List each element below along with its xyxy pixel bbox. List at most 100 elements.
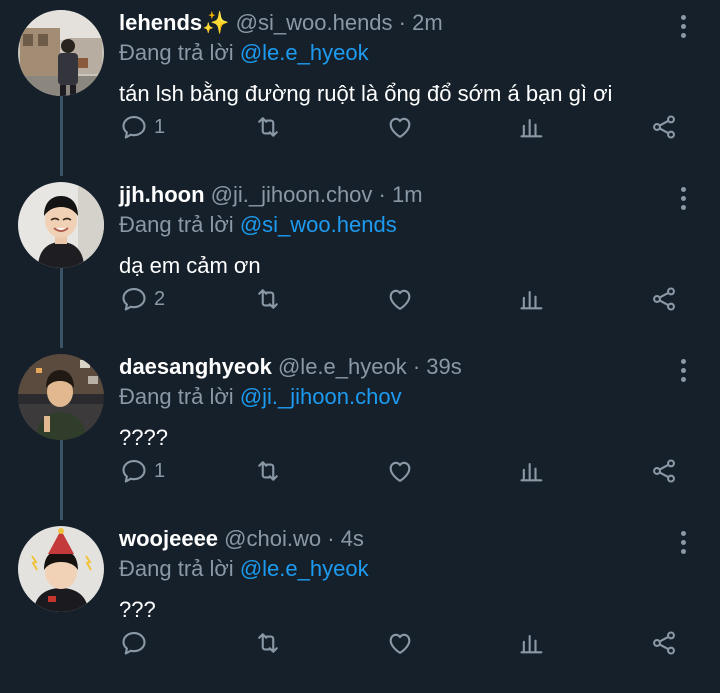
street-photo-avatar-icon <box>18 10 104 96</box>
separator-dot: · <box>412 354 421 379</box>
reply-icon <box>122 288 146 311</box>
share-button[interactable] <box>650 629 678 657</box>
retweet-button[interactable] <box>254 629 282 657</box>
avatar[interactable] <box>18 10 104 96</box>
more-options-icon <box>681 531 686 536</box>
mention-link[interactable]: @le.e_hyeok <box>240 556 369 581</box>
retweet-button[interactable] <box>254 457 282 485</box>
more-options-button[interactable] <box>674 185 694 213</box>
tweet-actions: 1 <box>0 451 720 491</box>
reply-count: 1 <box>154 115 166 138</box>
like-button[interactable] <box>386 285 414 313</box>
avatar[interactable] <box>18 526 104 612</box>
tweet-item[interactable]: daesanghyeok @le.e_hyeok · 39s Đang trả … <box>0 349 720 521</box>
replying-to: Đang trả lời @le.e_hyeok <box>119 39 369 67</box>
heart-icon <box>389 117 411 138</box>
share-icon <box>653 459 675 483</box>
share-button[interactable] <box>650 457 678 485</box>
mention-link[interactable]: @le.e_hyeok <box>240 40 369 65</box>
city-night-avatar-icon <box>18 354 104 440</box>
share-button[interactable] <box>650 113 678 141</box>
stats-button[interactable] <box>518 285 546 313</box>
separator-dot: · <box>378 182 386 207</box>
reply-button[interactable]: 1 <box>120 113 165 141</box>
reply-count: 1 <box>154 459 166 482</box>
tweet-item[interactable]: woojeeee @choi.wo · 4s Đang trả lời @le.… <box>0 521 720 693</box>
like-button[interactable] <box>386 629 414 657</box>
more-options-dot <box>681 549 686 554</box>
retweet-button[interactable] <box>254 113 282 141</box>
user-handle[interactable]: @choi.wo <box>224 526 321 551</box>
tweet-text: ??? <box>119 597 156 622</box>
retweet-icon <box>258 117 278 137</box>
replying-to: Đang trả lời @si_woo.hends <box>119 211 397 239</box>
share-button[interactable] <box>650 285 678 313</box>
tweet-actions <box>0 623 720 663</box>
stats-icon <box>520 462 543 482</box>
replying-to-label: Đang trả lời <box>119 556 234 581</box>
tweet-item[interactable]: jjh.hoon @ji._jihoon.chov · 1m Đang trả … <box>0 177 720 349</box>
timestamp[interactable]: 4s <box>341 526 364 551</box>
more-options-dot <box>681 196 686 201</box>
timestamp[interactable]: 39s <box>426 354 461 379</box>
display-name[interactable]: daesanghyeok <box>119 354 272 379</box>
tweet-text: dạ em cảm ơn <box>119 253 261 278</box>
user-handle[interactable]: @si_woo.hends <box>236 10 393 35</box>
reply-button[interactable] <box>120 629 154 657</box>
like-button[interactable] <box>386 113 414 141</box>
reply-icon <box>122 632 146 655</box>
tweet-text: tán lsh bằng đường ruột là ổng đổ sớm á … <box>119 81 613 106</box>
reply-button[interactable]: 1 <box>120 457 165 485</box>
retweet-button[interactable] <box>254 285 282 313</box>
share-icon <box>653 287 675 311</box>
retweet-icon <box>258 633 278 653</box>
stats-button[interactable] <box>518 113 546 141</box>
like-button[interactable] <box>386 457 414 485</box>
more-options-button[interactable] <box>674 529 694 557</box>
tweet-header: jjh.hoon @ji._jihoon.chov · 1m <box>119 181 423 209</box>
display-name[interactable]: woojeeee <box>119 526 218 551</box>
tweet-header: lehends✨ @si_woo.hends · 2m <box>119 9 443 37</box>
more-options-dot <box>681 368 686 373</box>
stats-button[interactable] <box>518 629 546 657</box>
retweet-icon <box>258 289 278 309</box>
tweet-text: ???? <box>119 425 168 450</box>
smiling-person-avatar-icon <box>18 182 104 268</box>
display-name[interactable]: lehends <box>119 10 202 35</box>
more-options-dot <box>681 377 686 382</box>
reply-button[interactable]: 2 <box>120 285 165 313</box>
reply-count: 2 <box>154 287 166 310</box>
user-handle[interactable]: @le.e_hyeok <box>278 354 407 379</box>
more-options-icon <box>681 15 686 20</box>
timestamp[interactable]: 1m <box>392 182 423 207</box>
more-options-icon <box>681 187 686 192</box>
mention-link[interactable]: @si_woo.hends <box>240 212 397 237</box>
mention-link[interactable]: @ji._jihoon.chov <box>240 384 402 409</box>
user-handle[interactable]: @ji._jihoon.chov <box>211 182 373 207</box>
replying-to-label: Đang trả lời <box>119 212 234 237</box>
heart-icon <box>389 289 411 310</box>
tweet-item[interactable]: lehends✨ @si_woo.hends · 2m Đang trả lời… <box>0 5 720 177</box>
separator-dot: · <box>398 10 406 35</box>
more-options-button[interactable] <box>674 357 694 385</box>
reply-icon <box>122 116 146 139</box>
avatar[interactable] <box>18 354 104 440</box>
stats-button[interactable] <box>518 457 546 485</box>
more-options-button[interactable] <box>674 13 694 41</box>
stats-icon <box>520 634 543 654</box>
replying-to-label: Đang trả lời <box>119 40 234 65</box>
more-options-dot <box>681 33 686 38</box>
avatar[interactable] <box>18 182 104 268</box>
display-name[interactable]: jjh.hoon <box>119 182 205 207</box>
timestamp[interactable]: 2m <box>412 10 443 35</box>
tweet-actions: 2 <box>0 279 720 319</box>
more-options-icon <box>681 359 686 364</box>
more-options-dot <box>681 24 686 29</box>
more-options-dot <box>681 540 686 545</box>
tweet-header: woojeeee @choi.wo · 4s <box>119 525 364 553</box>
replying-to-label: Đang trả lời <box>119 384 234 409</box>
party-hat-avatar-icon <box>18 526 104 612</box>
share-icon <box>653 631 675 655</box>
tweet-actions: 1 <box>0 107 720 147</box>
stats-icon <box>520 118 543 138</box>
